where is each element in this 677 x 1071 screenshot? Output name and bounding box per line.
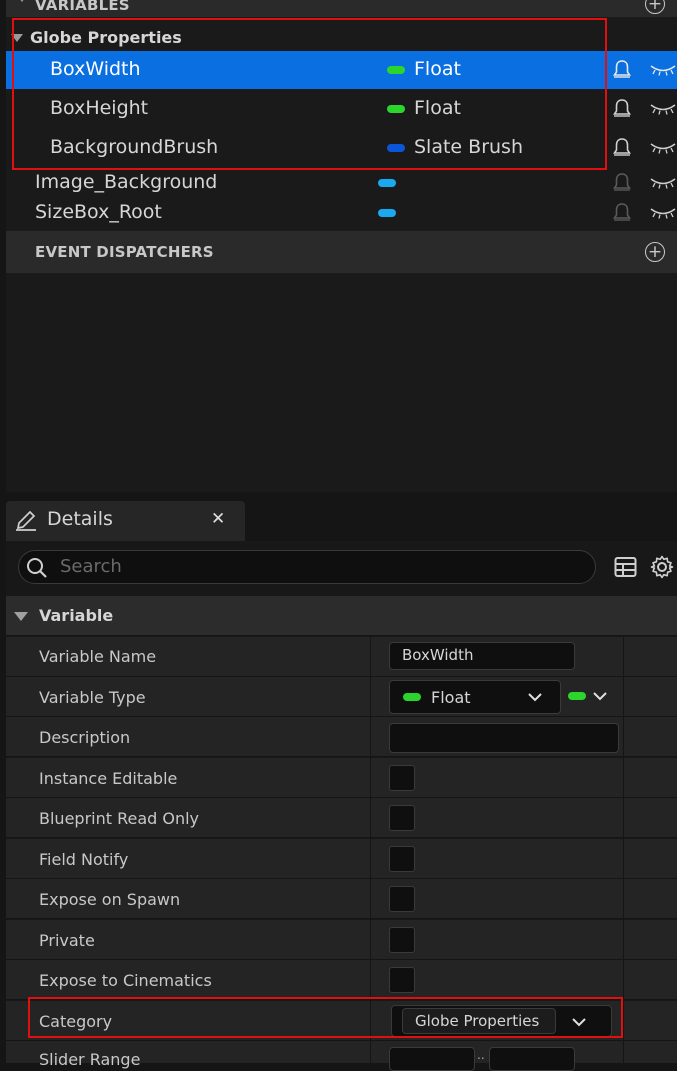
category-label: Category [39, 1012, 113, 1031]
category-label: Globe Properties [30, 28, 182, 47]
slider-range-min-field[interactable] [389, 1047, 475, 1071]
variables-header[interactable]: VARIABLES + [6, 0, 677, 17]
variable-type-label: Variable Type [39, 688, 146, 707]
chevron-down-icon [528, 693, 542, 702]
pencil-icon [16, 510, 36, 531]
add-variable-icon[interactable]: + [645, 0, 665, 14]
private-checkbox[interactable] [389, 927, 415, 953]
variable-name-field[interactable]: BoxWidth [389, 642, 575, 670]
details-tab[interactable]: Details ✕ [6, 501, 245, 541]
field-notify-label: Field Notify [39, 850, 129, 869]
category-combo-text[interactable]: Globe Properties [402, 1008, 556, 1034]
replication-bell-icon[interactable] [612, 172, 632, 194]
field-notify-checkbox[interactable] [389, 846, 415, 872]
close-tab-icon[interactable]: ✕ [211, 509, 225, 529]
variable-section-title: Variable [39, 606, 114, 625]
category-globe-properties[interactable]: Globe Properties [6, 27, 677, 51]
variable-name: Image_Background [35, 171, 218, 193]
category-dropdown[interactable]: Globe Properties [391, 1005, 612, 1037]
settings-gear-icon[interactable] [650, 555, 674, 579]
description-label: Description [39, 728, 131, 747]
variable-type: Float [414, 97, 461, 119]
variable-type: Float [414, 58, 461, 80]
category-value: Globe Properties [415, 1012, 540, 1030]
float-pin-icon [403, 693, 421, 701]
variable-name: SizeBox_Root [35, 201, 162, 223]
variable-type: Slate Brush [414, 136, 523, 158]
blueprint-read-only-checkbox[interactable] [389, 805, 415, 831]
variable-name-label: Variable Name [39, 647, 157, 666]
variable-type-value: Float [431, 688, 471, 707]
collapse-arrow-icon[interactable] [14, 612, 28, 621]
variable-name: BackgroundBrush [50, 136, 219, 158]
private-label: Private [39, 931, 95, 950]
blueprint-read-only-label: Blueprint Read Only [39, 809, 200, 828]
expose-to-cinematics-checkbox[interactable] [389, 967, 415, 993]
expand-arrow-icon[interactable] [11, 34, 23, 42]
variable-name: BoxWidth [50, 58, 141, 80]
visibility-eye-icon[interactable] [650, 63, 676, 77]
expose-to-cinematics-label: Expose to Cinematics [39, 971, 212, 990]
variables-header-label: VARIABLES [35, 0, 130, 14]
single-container-icon [568, 692, 586, 700]
event-dispatchers-header[interactable]: EVENT DISPATCHERS + [6, 231, 677, 273]
expose-on-spawn-label: Expose on Spawn [39, 890, 181, 909]
search-icon [27, 558, 47, 578]
float-pin-icon [387, 66, 405, 74]
expose-on-spawn-checkbox[interactable] [389, 886, 415, 912]
range-separator: .. [477, 1048, 485, 1062]
variable-type-dropdown[interactable]: Float [389, 680, 561, 714]
slider-range-label: Slider Range [39, 1050, 141, 1069]
search-input[interactable]: Search [18, 550, 596, 584]
description-field[interactable] [389, 723, 619, 753]
container-type-dropdown[interactable] [566, 680, 614, 714]
event-dispatchers-label: EVENT DISPATCHERS [35, 243, 214, 261]
variable-name: BoxHeight [50, 97, 149, 119]
replication-bell-icon[interactable] [612, 202, 632, 224]
replication-bell-icon[interactable] [612, 59, 632, 81]
object-pin-icon [378, 179, 396, 187]
table-view-icon[interactable] [614, 556, 637, 578]
variable-section-header[interactable]: Variable [6, 596, 677, 636]
row-private [6, 920, 677, 960]
slate-brush-pin-icon [387, 144, 405, 152]
visibility-eye-icon[interactable] [650, 206, 676, 220]
float-pin-icon [387, 105, 405, 113]
column-divider[interactable] [370, 637, 371, 1063]
search-placeholder: Search [60, 556, 122, 577]
details-tab-title: Details [47, 508, 113, 530]
object-pin-icon [378, 209, 396, 217]
slider-range-max-field[interactable] [489, 1047, 575, 1071]
variable-row-image-background[interactable]: Image_Background [6, 169, 677, 197]
chevron-down-icon [593, 692, 607, 701]
visibility-eye-icon[interactable] [650, 141, 676, 155]
variable-row-sizebox-root[interactable]: SizeBox_Root [6, 199, 677, 227]
variable-row-boxwidth[interactable]: BoxWidth Float [6, 51, 677, 89]
add-event-dispatcher-icon[interactable]: + [645, 242, 665, 262]
visibility-eye-icon[interactable] [650, 102, 676, 116]
instance-editable-label: Instance Editable [39, 769, 178, 788]
variable-row-boxheight[interactable]: BoxHeight Float [6, 90, 677, 128]
variable-row-backgroundbrush[interactable]: BackgroundBrush Slate Brush [6, 129, 677, 167]
replication-bell-icon[interactable] [612, 98, 632, 120]
column-divider-right [623, 637, 624, 1063]
chevron-down-icon [572, 1018, 586, 1027]
visibility-eye-icon[interactable] [650, 176, 676, 190]
replication-bell-icon[interactable] [612, 137, 632, 159]
collapse-arrow-icon [16, 0, 28, 2]
instance-editable-checkbox[interactable] [389, 765, 415, 791]
variable-name-value: BoxWidth [402, 646, 474, 664]
